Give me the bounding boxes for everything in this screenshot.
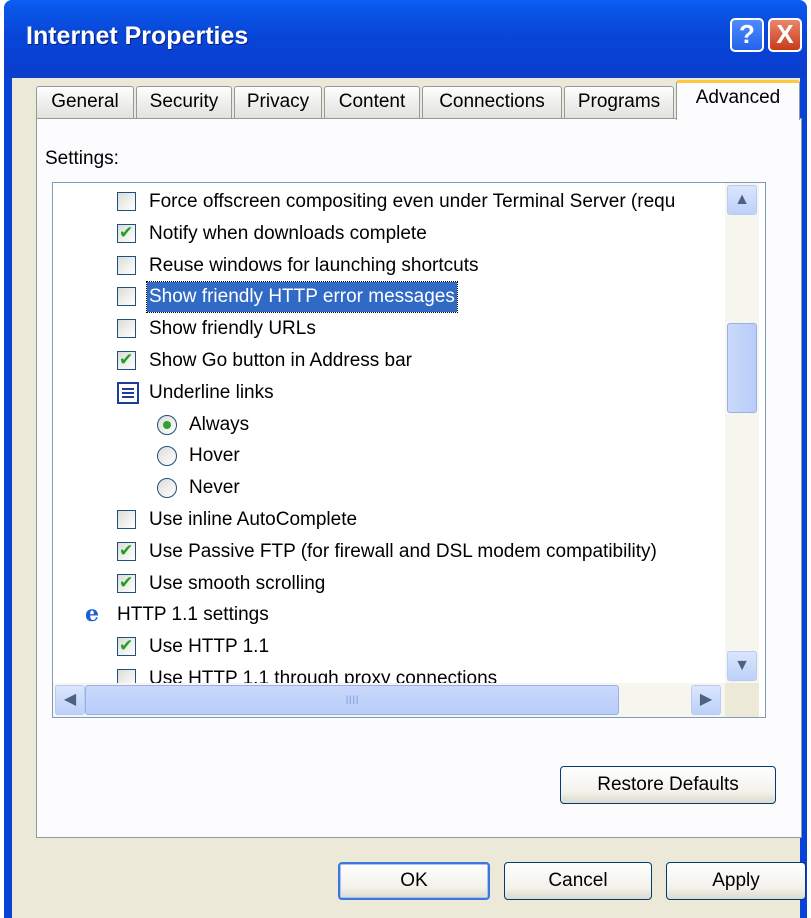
internet-properties-window: Internet Properties ? X General Security…	[4, 0, 807, 918]
setting-label: Force offscreen compositing even under T…	[149, 191, 676, 212]
vertical-scroll-thumb[interactable]	[727, 323, 757, 413]
vertical-scrollbar[interactable]: ▲ ▼	[725, 183, 759, 683]
setting-label: Reuse windows for launching shortcuts	[149, 254, 479, 276]
setting-label: Use inline AutoComplete	[149, 509, 358, 530]
checkbox-checked[interactable]	[117, 536, 136, 566]
tab-privacy[interactable]: Privacy	[234, 86, 322, 118]
tab-general[interactable]: General	[36, 86, 134, 118]
setting-label: Underline links	[149, 381, 274, 403]
tab-security[interactable]: Security	[136, 86, 232, 118]
checkbox-checked[interactable]	[117, 568, 136, 598]
checkbox-checked[interactable]	[117, 218, 136, 248]
setting-label: Use smooth scrolling	[149, 572, 326, 594]
title-bar[interactable]: Internet Properties ? X	[4, 0, 807, 78]
checkbox-checked[interactable]	[117, 345, 136, 375]
checkbox-unchecked[interactable]	[117, 255, 136, 275]
help-button[interactable]: ?	[730, 18, 764, 52]
list-icon	[117, 381, 139, 404]
apply-button[interactable]: Apply	[666, 862, 806, 900]
ok-button[interactable]: OK	[338, 862, 490, 900]
scrollbar-corner	[725, 683, 759, 717]
restore-defaults-button[interactable]: Restore Defaults	[560, 766, 776, 804]
tab-connections[interactable]: Connections	[422, 86, 562, 118]
settings-list[interactable]: Force offscreen compositing even under T…	[52, 182, 766, 718]
setting-label: Show friendly URLs	[149, 318, 316, 340]
setting-label: Show Go button in Address bar	[149, 350, 412, 371]
horizontal-scrollbar[interactable]: ◀ IIII ▶	[53, 683, 759, 717]
radio-selected[interactable]	[157, 414, 177, 435]
setting-label: Never	[189, 477, 240, 499]
radio-unselected[interactable]	[157, 446, 177, 467]
dialog-client-area: General Security Privacy Content Connect…	[12, 78, 806, 918]
ie-icon: e	[85, 601, 99, 628]
scroll-left-arrow-icon[interactable]: ◀	[55, 685, 85, 715]
setting-label: HTTP 1.1 settings	[117, 604, 269, 626]
scroll-right-arrow-icon[interactable]: ▶	[691, 685, 721, 715]
setting-label: Always	[189, 413, 250, 435]
radio-unselected[interactable]	[157, 478, 177, 499]
scroll-down-arrow-icon[interactable]: ▼	[727, 651, 757, 681]
setting-label: Show friendly HTTP error messages	[146, 281, 458, 314]
checkbox-unchecked[interactable]	[117, 319, 136, 339]
checkbox-unchecked[interactable]	[117, 287, 136, 307]
settings-label: Settings:	[45, 148, 119, 169]
setting-label: Notify when downloads complete	[149, 222, 427, 244]
tab-programs[interactable]: Programs	[564, 86, 674, 118]
setting-label: Use Passive FTP (for firewall and DSL mo…	[149, 540, 657, 562]
setting-label: Use HTTP 1.1	[149, 636, 270, 658]
checkbox-unchecked[interactable]	[117, 192, 136, 211]
tab-advanced[interactable]: Advanced	[676, 80, 800, 120]
checkbox-unchecked[interactable]	[117, 510, 136, 529]
checkbox-checked[interactable]	[117, 631, 136, 661]
setting-label: Hover	[189, 445, 240, 467]
scroll-up-arrow-icon[interactable]: ▲	[727, 185, 757, 215]
window-title: Internet Properties	[26, 22, 249, 50]
tab-content[interactable]: Content	[324, 86, 420, 118]
horizontal-scroll-thumb[interactable]: IIII	[85, 685, 619, 715]
close-button[interactable]: X	[768, 18, 802, 52]
cancel-button[interactable]: Cancel	[504, 862, 652, 900]
